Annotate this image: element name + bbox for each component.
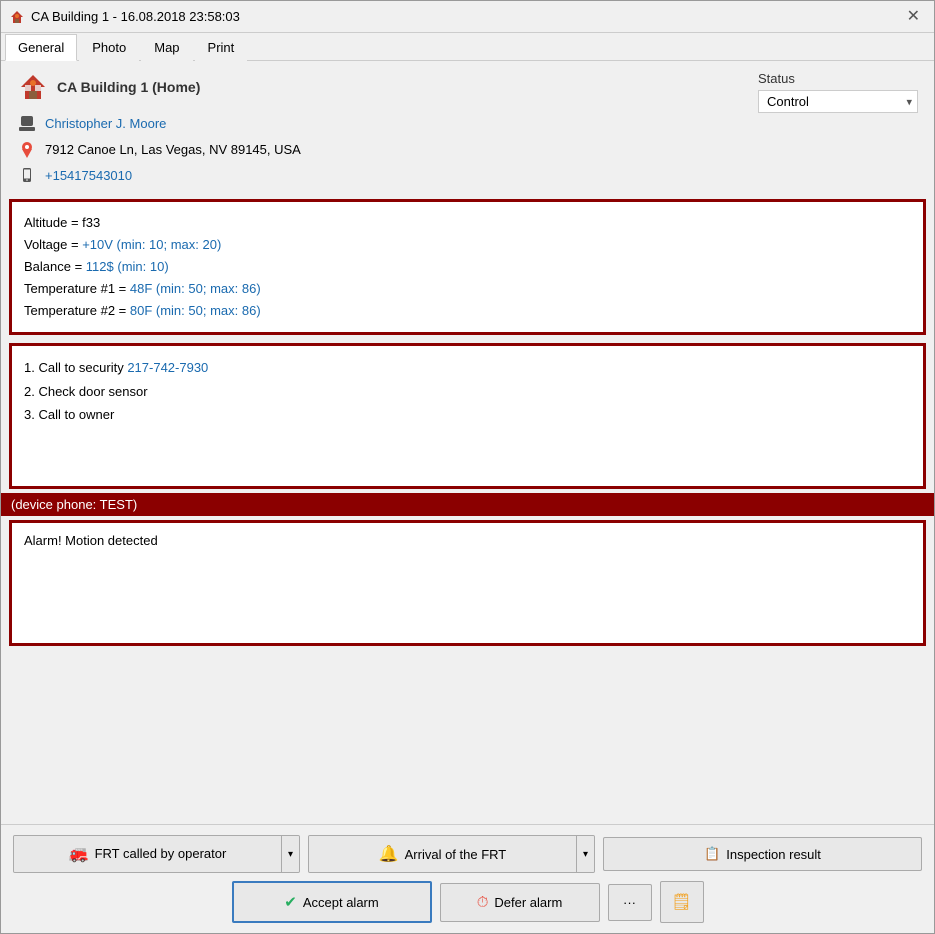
accept-alarm-label: Accept alarm [303,895,379,910]
main-body: Altitude = f33 Voltage = +10V (min: 10; … [1,195,934,824]
building-name-text: CA Building 1 (Home) [57,79,200,95]
tab-print[interactable]: Print [195,34,248,61]
voltage-label: Voltage = [24,237,82,252]
person-icon [17,113,37,133]
building-icon [17,71,49,103]
app-icon [9,9,25,25]
arrival-frt-arrow[interactable]: ▾ [576,836,594,872]
altitude-text: Altitude = f33 [24,215,100,230]
action-1: 1. Call to security 217-742-7930 [24,356,911,379]
tab-general[interactable]: General [5,34,77,61]
phone-icon [17,165,37,185]
temp1-value: 48F (min: 50; max: 86) [130,281,261,296]
contact-row: Christopher J. Moore [17,113,738,133]
temp2-value: 80F (min: 50; max: 86) [130,303,261,318]
balance-label: Balance = [24,259,86,274]
action-2: 2. Check door sensor [24,380,911,403]
sensor-section: Altitude = f33 Voltage = +10V (min: 10; … [9,199,926,335]
bottom-area: 🚒 FRT called by operator ▾ 🔔 Arrival of … [1,824,934,933]
info-section: CA Building 1 (Home) Christopher J. Moor… [1,61,934,195]
voltage-line: Voltage = +10V (min: 10; max: 20) [24,234,911,256]
frt-called-button[interactable]: 🚒 FRT called by operator [14,836,281,872]
frt-called-label: FRT called by operator [95,846,227,863]
accept-alarm-button[interactable]: ✔ Accept alarm [232,881,432,923]
alarm-section: Alarm! Motion detected [9,520,926,646]
inspection-result-label: Inspection result [726,847,821,862]
tab-bar: General Photo Map Print [1,33,934,61]
balance-line: Balance = 112$ (min: 10) [24,256,911,278]
inspection-result-button[interactable]: 📋 Inspection result [603,837,922,871]
address-row: 7912 Canoe Ln, Las Vegas, NV 89145, USA [17,139,738,159]
phone-text: +15417543010 [45,168,132,183]
defer-icon: ⏱ [477,894,489,911]
balance-value: 112$ (min: 10) [86,259,169,274]
status-select-wrapper[interactable]: Control Alarm Disarmed [758,90,918,113]
altitude-line: Altitude = f33 [24,212,911,234]
sensor-data-box: Altitude = f33 Voltage = +10V (min: 10; … [12,202,923,332]
tab-map[interactable]: Map [141,34,192,61]
defer-alarm-button[interactable]: ⏱ Defer alarm [440,883,600,922]
voltage-value: +10V (min: 10; max: 20) [82,237,221,252]
note-button[interactable]: 🗒 [660,881,704,923]
title-bar: CA Building 1 - 16.08.2018 23:58:03 ✕ [1,1,934,33]
defer-alarm-label: Defer alarm [494,895,562,910]
actions-section: 1. Call to security 217-742-7930 2. Chec… [9,343,926,489]
bottom-row-1: 🚒 FRT called by operator ▾ 🔔 Arrival of … [13,835,922,873]
status-section: Status Control Alarm Disarmed [758,71,918,185]
note-icon: 🗒 [671,892,691,912]
frt-called-icon: 🚒 [69,844,89,864]
building-name-row: CA Building 1 (Home) [17,71,738,103]
arrival-frt-button[interactable]: 🔔 Arrival of the FRT [309,836,576,872]
bottom-row-2: ✔ Accept alarm ⏱ Defer alarm ··· 🗒 [13,881,922,923]
contact-name: Christopher J. Moore [45,116,166,131]
action-2-text: 2. Check door sensor [24,384,148,399]
status-select[interactable]: Control Alarm Disarmed [758,90,918,113]
alarm-text: Alarm! Motion detected [24,533,158,548]
frt-called-arrow[interactable]: ▾ [281,836,299,872]
accept-icon: ✔ [284,893,297,911]
device-phone-text: (device phone: TEST) [11,497,137,512]
tab-photo[interactable]: Photo [79,34,139,61]
more-icon: ··· [623,895,636,910]
arrival-frt-label: Arrival of the FRT [405,847,507,862]
arrival-icon: 🔔 [379,844,399,864]
more-button[interactable]: ··· [608,884,652,921]
action-3: 3. Call to owner [24,403,911,426]
window-title: CA Building 1 - 16.08.2018 23:58:03 [31,9,240,24]
action-1-num: 1. Call to security [24,360,127,375]
phone-row: +15417543010 [17,165,738,185]
address-text: 7912 Canoe Ln, Las Vegas, NV 89145, USA [45,142,301,157]
frt-called-split-btn: 🚒 FRT called by operator ▾ [13,835,300,873]
status-label: Status [758,71,918,86]
arrival-frt-split-btn: 🔔 Arrival of the FRT ▾ [308,835,595,873]
temp2-line: Temperature #2 = 80F (min: 50; max: 86) [24,300,911,322]
actions-box: 1. Call to security 217-742-7930 2. Chec… [12,346,923,486]
location-icon [17,139,37,159]
device-phone-bar: (device phone: TEST) [1,493,934,516]
close-button[interactable]: ✕ [901,7,926,27]
temp1-label: Temperature #1 = [24,281,130,296]
action-3-text: 3. Call to owner [24,407,114,422]
alarm-box: Alarm! Motion detected [12,523,923,643]
action-1-link[interactable]: 217-742-7930 [127,360,208,375]
temp1-line: Temperature #1 = 48F (min: 50; max: 86) [24,278,911,300]
inspection-icon: 📋 [704,846,720,862]
temp2-label: Temperature #2 = [24,303,130,318]
